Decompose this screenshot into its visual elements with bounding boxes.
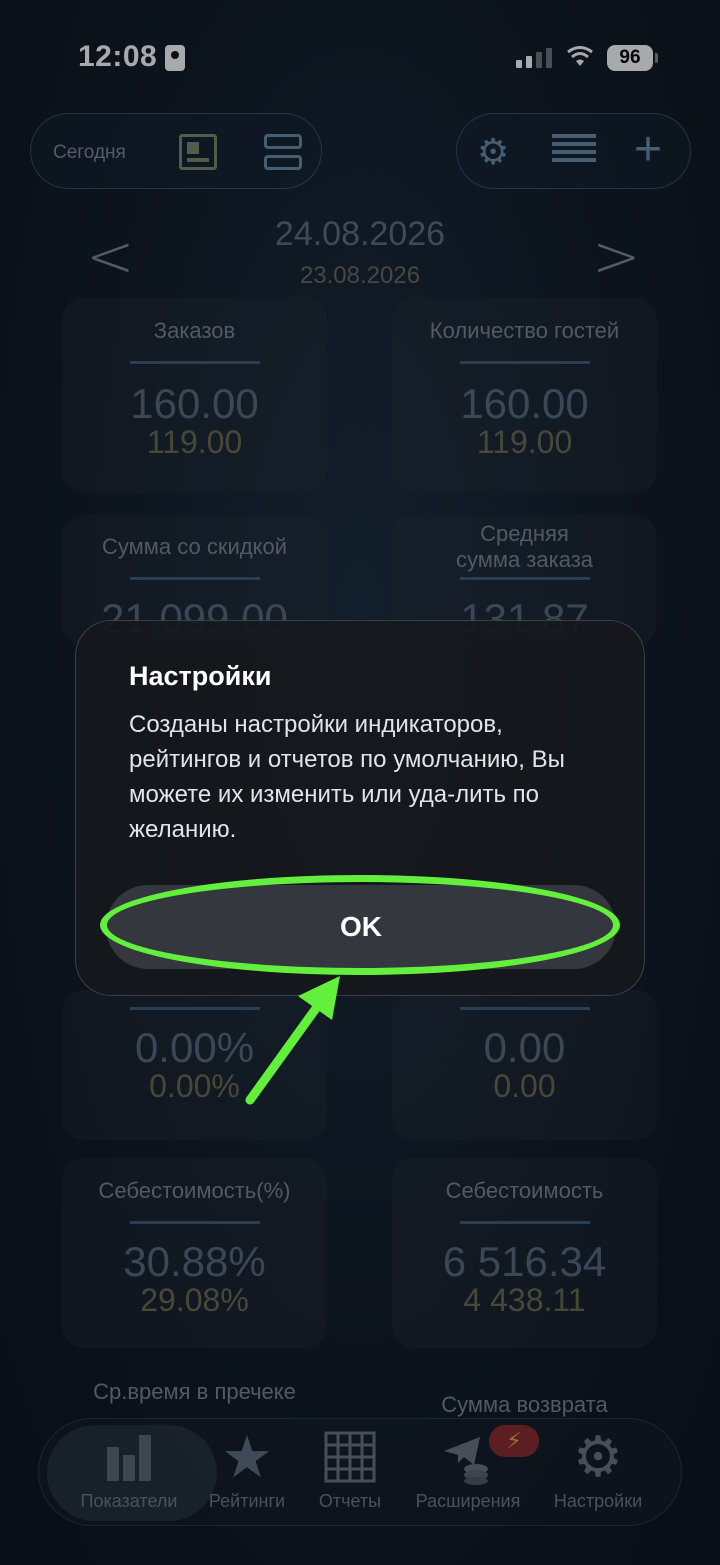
alert-message: Созданы настройки индикаторов, рейтингов… — [129, 711, 565, 843]
highlight-ellipse — [100, 875, 620, 975]
pointer-arrow-icon — [245, 976, 340, 1105]
alert-title: Настройки — [129, 661, 272, 691]
